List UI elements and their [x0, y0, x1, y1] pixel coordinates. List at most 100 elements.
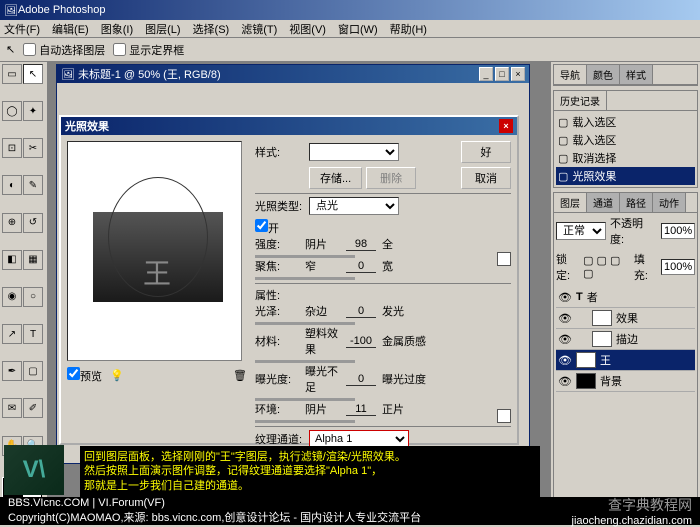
slider-track[interactable]	[255, 398, 355, 401]
wand-tool[interactable]: ✦	[23, 101, 43, 121]
layer-item[interactable]: 👁T者	[556, 287, 695, 308]
layers-panel: 图层 通道 路径 动作 正常 不透明度: 锁定: ▢ ▢ ▢ ▢ 填充: 👁T者…	[553, 192, 698, 523]
path-tool[interactable]: ↗	[2, 324, 22, 344]
minimize-button[interactable]: _	[479, 67, 493, 81]
slider-row[interactable]: 强度:阴片98全	[255, 236, 511, 252]
tab-styles[interactable]: 样式	[620, 65, 653, 84]
right-panels: 导航 颜色 样式 历史记录 ▢载入选区▢载入选区▢取消选择▢光照效果 图层 通道…	[550, 62, 700, 525]
menu-select[interactable]: 选择(S)	[193, 21, 230, 37]
crop-tool[interactable]: ⊡	[2, 138, 22, 158]
on-checkbox[interactable]: 开	[255, 223, 279, 235]
instruction-text: 回到图层面板，选择刚刚的"王"字图层，执行滤镜/渲染/光照效果。 然后按照上面演…	[80, 446, 540, 497]
menubar: 文件(F) 编辑(E) 图象(I) 图层(L) 选择(S) 滤镜(T) 视图(V…	[0, 20, 700, 38]
notes-tool[interactable]: ✉	[2, 398, 22, 418]
history-item[interactable]: ▢取消选择	[556, 149, 695, 167]
tab-channels[interactable]: 通道	[587, 193, 620, 212]
options-bar: ↖ 自动选择图层 显示定界框	[0, 38, 700, 62]
history-item[interactable]: ▢载入选区	[556, 131, 695, 149]
menu-layer[interactable]: 图层(L)	[145, 21, 180, 37]
auto-select-checkbox[interactable]: 自动选择图层	[23, 42, 105, 58]
menu-view[interactable]: 视图(V)	[289, 21, 326, 37]
history-brush-tool[interactable]: ↺	[23, 213, 43, 233]
marquee-tool[interactable]: ▭	[2, 64, 22, 84]
tab-color[interactable]: 颜色	[587, 65, 620, 84]
tab-actions[interactable]: 动作	[653, 193, 686, 212]
menu-image[interactable]: 图象(I)	[101, 21, 133, 37]
style-select[interactable]	[309, 143, 399, 161]
history-item[interactable]: ▢光照效果	[556, 167, 695, 185]
heal-tool[interactable]: ◐	[2, 175, 22, 195]
slider-row[interactable]: 聚焦:窄0宽	[255, 258, 511, 274]
slider-track[interactable]	[255, 255, 355, 258]
ambient-color-swatch[interactable]	[497, 409, 511, 423]
shape-tool[interactable]: ▢	[23, 361, 43, 381]
blur-tool[interactable]: ◉	[2, 287, 22, 307]
dodge-tool[interactable]: ○	[23, 287, 43, 307]
delete-button[interactable]: 删除	[366, 167, 416, 189]
layer-item[interactable]: 👁背景	[556, 371, 695, 392]
light-type-select[interactable]: 点光	[309, 197, 399, 215]
tab-layers[interactable]: 图层	[554, 193, 587, 212]
fill-input[interactable]	[661, 259, 695, 275]
menu-filter[interactable]: 滤镜(T)	[241, 21, 277, 37]
gradient-tool[interactable]: ▦	[23, 250, 43, 270]
close-button[interactable]: ×	[511, 67, 525, 81]
document-titlebar: 🖼 未标题-1 @ 50% (王, RGB/8) _ □ ×	[57, 65, 529, 83]
show-bounds-checkbox[interactable]: 显示定界框	[113, 42, 184, 58]
style-label: 样式:	[255, 144, 305, 160]
slider-track[interactable]	[255, 277, 355, 280]
blend-mode-select[interactable]: 正常	[556, 222, 606, 240]
preview-box[interactable]: 王	[67, 141, 242, 361]
pen-tool[interactable]: ✒	[2, 361, 22, 381]
preview-checkbox[interactable]: 预览	[67, 367, 102, 384]
visibility-icon[interactable]: 👁	[558, 375, 572, 388]
slider-track[interactable]	[255, 420, 355, 423]
slider-row[interactable]: 环境:阴片11正片	[255, 401, 511, 417]
app-icon: 🖼	[4, 4, 18, 17]
eraser-tool[interactable]: ◧	[2, 250, 22, 270]
visibility-icon[interactable]: 👁	[558, 291, 572, 304]
layer-item[interactable]: 👁描边	[556, 329, 695, 350]
document-window: 🖼 未标题-1 @ 50% (王, RGB/8) _ □ × 光照效果 ×	[56, 64, 530, 464]
trash-icon[interactable]: 🗑	[233, 369, 247, 382]
slider-row[interactable]: 曝光度:曝光不足0曝光过度	[255, 363, 511, 395]
type-tool[interactable]: T	[23, 324, 43, 344]
visibility-icon[interactable]: 👁	[558, 354, 572, 367]
menu-file[interactable]: 文件(F)	[4, 21, 40, 37]
lasso-tool[interactable]: ◯	[2, 101, 22, 121]
lock-label: 锁定:	[556, 251, 579, 283]
ok-button[interactable]: 好	[461, 141, 511, 163]
navigator-panel: 导航 颜色 样式	[553, 64, 698, 86]
slider-track[interactable]	[255, 360, 355, 363]
tab-navigator[interactable]: 导航	[554, 65, 587, 84]
tab-paths[interactable]: 路径	[620, 193, 653, 212]
menu-edit[interactable]: 编辑(E)	[52, 21, 89, 37]
opacity-label: 不透明度:	[610, 215, 657, 247]
brush-tool[interactable]: ✎	[23, 175, 43, 195]
opacity-input[interactable]	[661, 223, 695, 239]
dialog-close-button[interactable]: ×	[499, 119, 513, 133]
lightbulb-icon[interactable]: 💡	[110, 369, 124, 382]
cancel-button[interactable]: 取消	[461, 167, 511, 189]
tab-history[interactable]: 历史记录	[554, 91, 607, 110]
slice-tool[interactable]: ✂	[23, 138, 43, 158]
layer-item[interactable]: 👁王	[556, 350, 695, 371]
light-color-swatch[interactable]	[497, 252, 511, 266]
visibility-icon[interactable]: 👁	[558, 333, 572, 346]
move-tool[interactable]: ↖	[23, 64, 43, 84]
save-button[interactable]: 存储...	[309, 167, 362, 189]
slider-row[interactable]: 材料:塑料效果-100金属质感	[255, 325, 511, 357]
document-title: 未标题-1 @ 50% (王, RGB/8)	[78, 69, 221, 81]
maximize-button[interactable]: □	[495, 67, 509, 81]
eyedropper-tool[interactable]: ✐	[23, 398, 43, 418]
layer-item[interactable]: 👁效果	[556, 308, 695, 329]
move-tool-icon: ↖	[6, 43, 15, 56]
menu-help[interactable]: 帮助(H)	[390, 21, 427, 37]
slider-row[interactable]: 光泽:杂边0发光	[255, 303, 511, 319]
visibility-icon[interactable]: 👁	[558, 312, 572, 325]
stamp-tool[interactable]: ⊕	[2, 213, 22, 233]
history-item[interactable]: ▢载入选区	[556, 113, 695, 131]
app-title: Adobe Photoshop	[18, 4, 105, 16]
slider-track[interactable]	[255, 322, 355, 325]
menu-window[interactable]: 窗口(W)	[338, 21, 378, 37]
